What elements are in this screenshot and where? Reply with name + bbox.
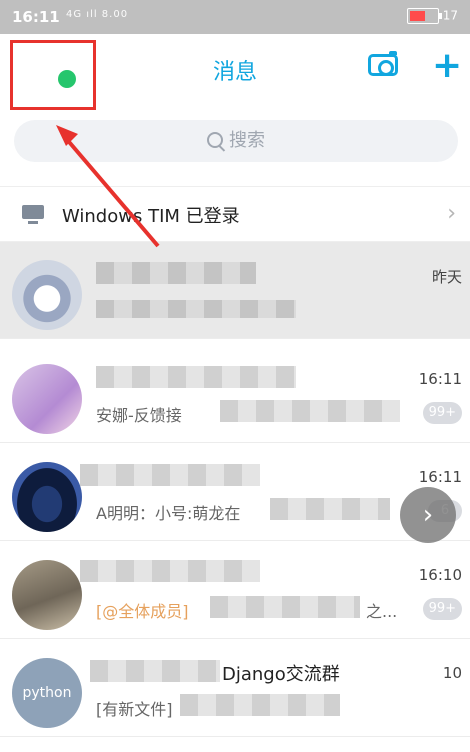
annotation-arrow — [56, 125, 160, 248]
